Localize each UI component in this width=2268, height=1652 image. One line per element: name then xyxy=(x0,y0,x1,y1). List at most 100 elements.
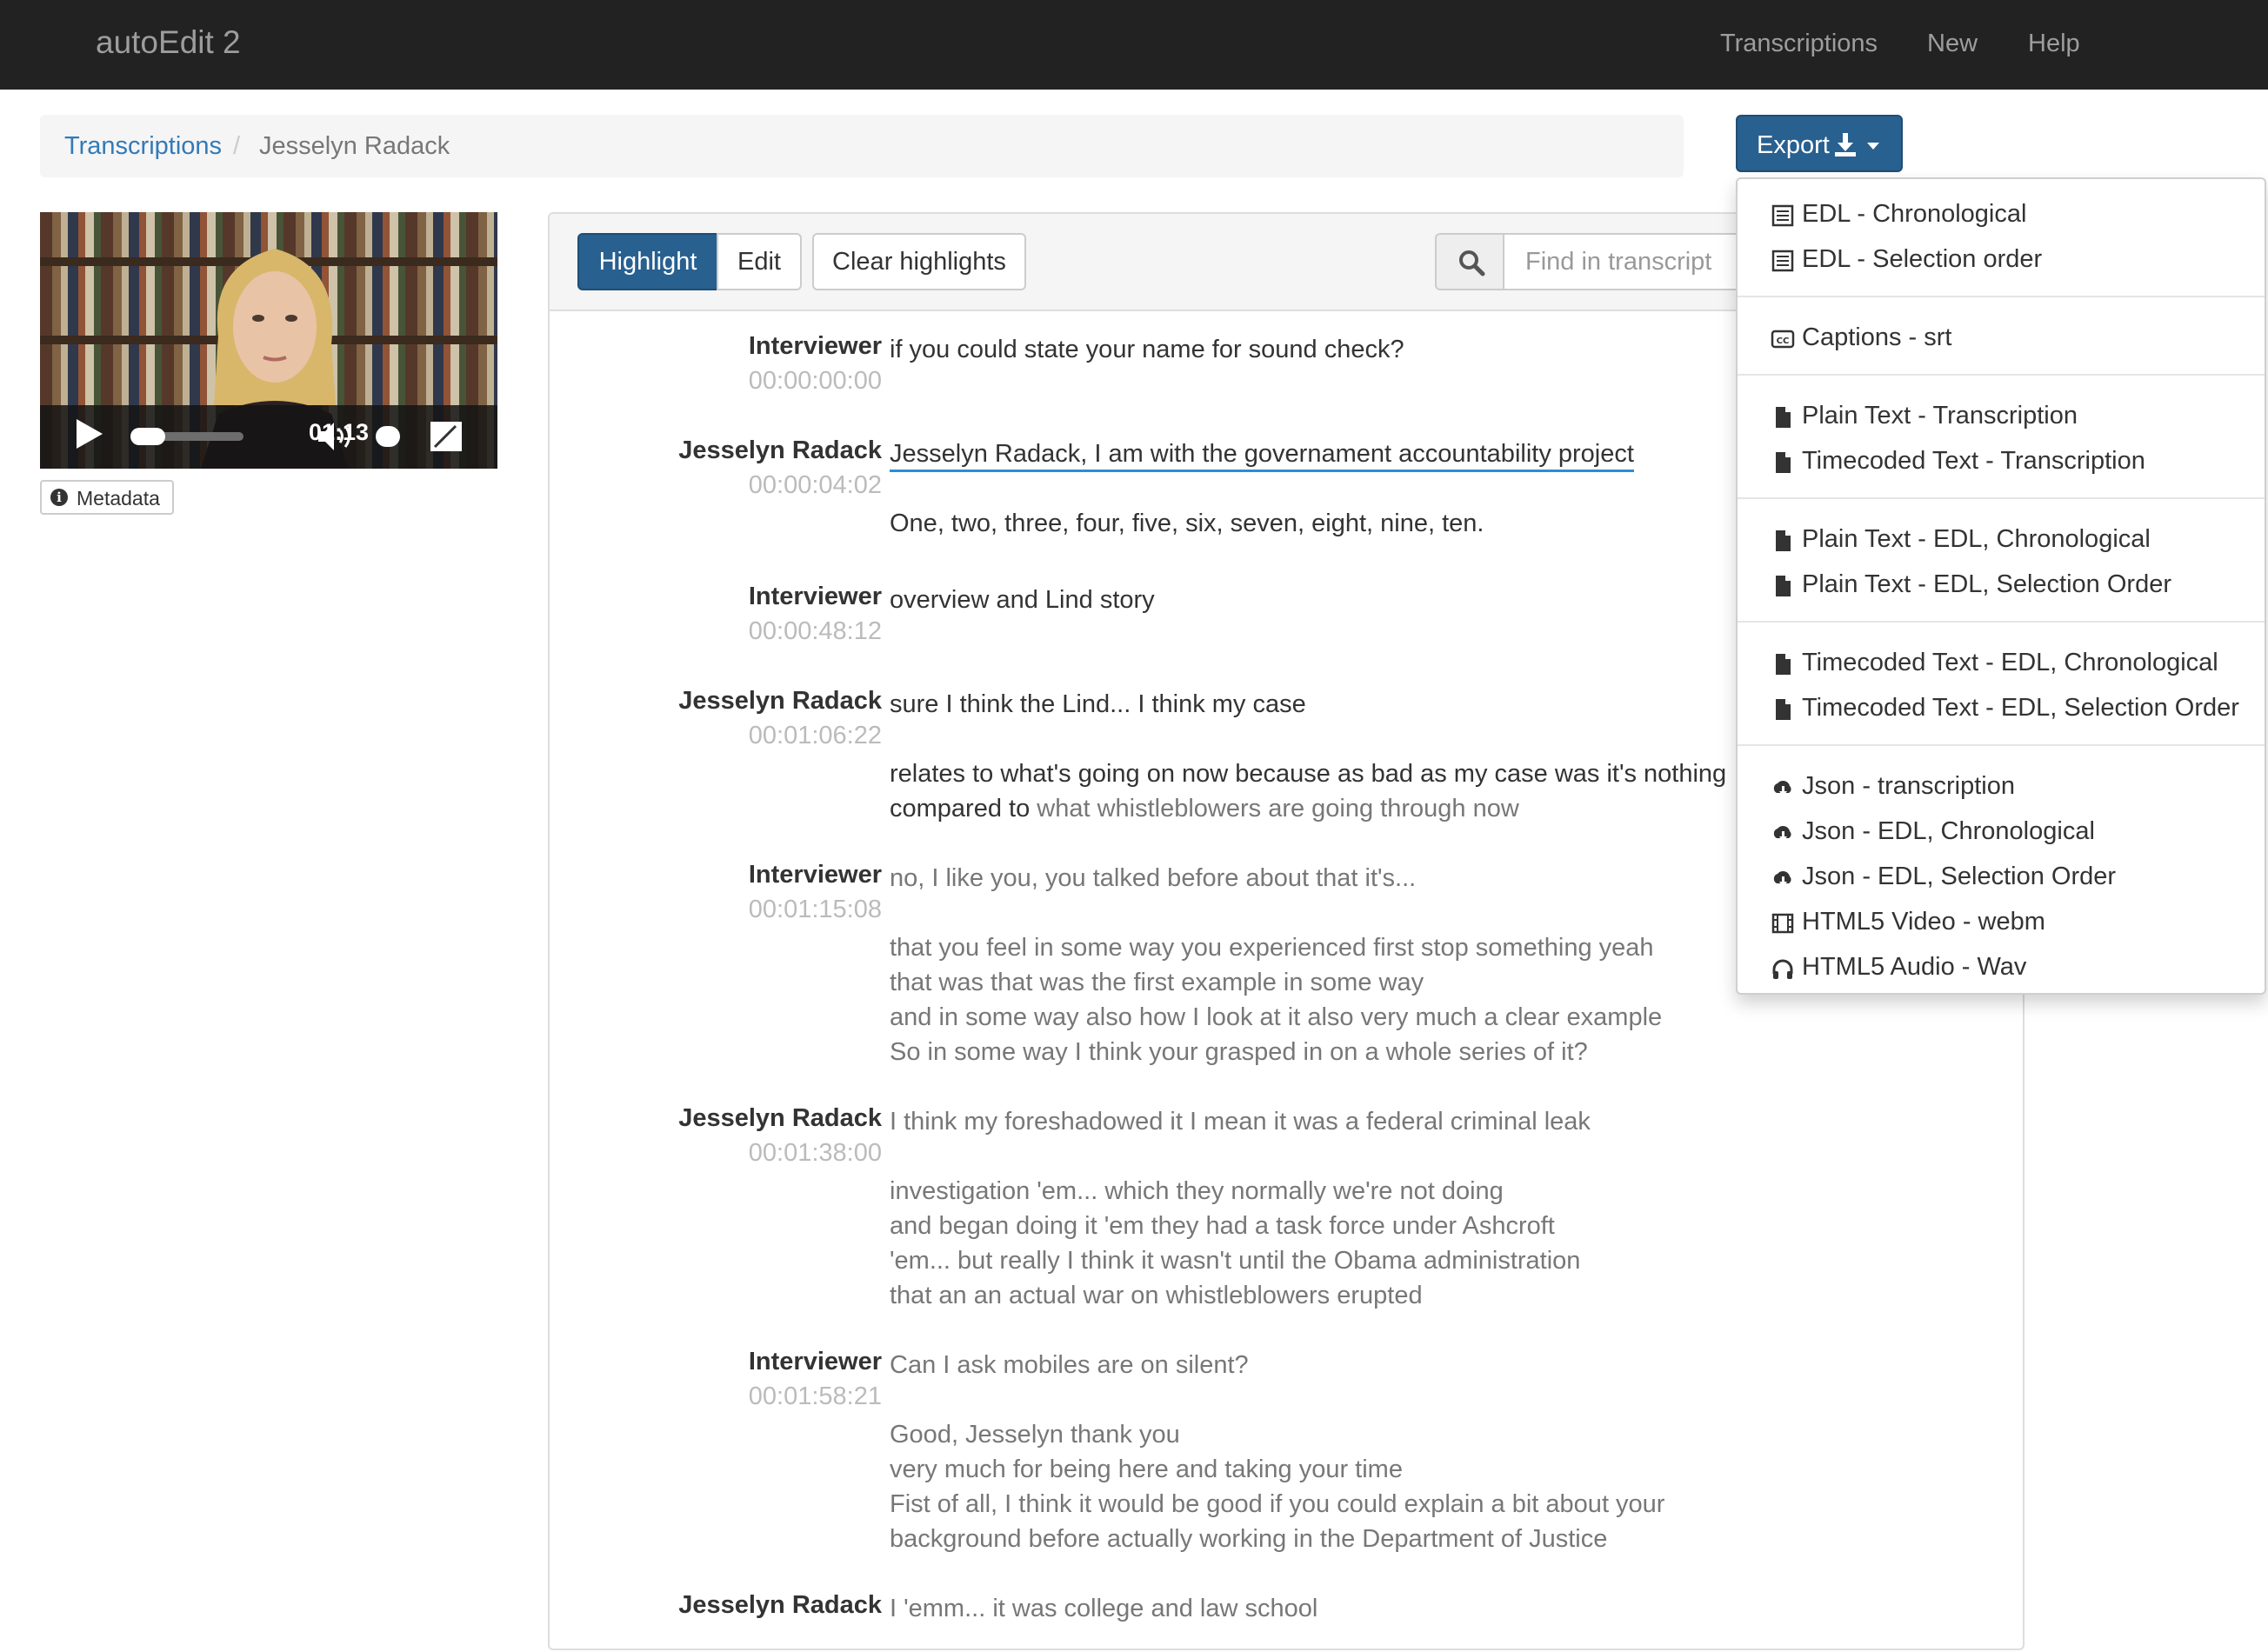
transcript-line[interactable]: Can I ask mobiles are on silent? xyxy=(890,1348,1249,1382)
export-menu-label: Json - EDL, Selection Order xyxy=(1802,863,2117,890)
transcript-line[interactable]: that an an actual war on whistleblowers … xyxy=(890,1278,1580,1313)
transcript-line[interactable]: and in some way also how I look at it al… xyxy=(890,1000,1662,1035)
info-icon: i xyxy=(50,489,68,506)
transcript-paragraph[interactable]: no, I like you, you talked before about … xyxy=(890,861,1416,896)
export-label: Export xyxy=(1757,131,1830,159)
transcript-line[interactable]: One, two, three, four, five, six, seven,… xyxy=(890,506,1484,541)
timestamp[interactable]: 00:01:15:08 xyxy=(749,896,882,924)
volume-icon[interactable] xyxy=(317,419,360,454)
metadata-label: Metadata xyxy=(77,487,160,510)
svg-text:CC: CC xyxy=(1777,336,1790,346)
transcript-paragraph[interactable]: I 'emm... it was college and law school xyxy=(890,1591,1317,1626)
transcript-line[interactable]: Fist of all, I think it would be good if… xyxy=(890,1487,1664,1522)
metadata-button[interactable]: i Metadata xyxy=(40,480,174,515)
transcript-line[interactable]: 'em... but really I think it wasn't unti… xyxy=(890,1243,1580,1278)
export-menu-label: Timecoded Text - EDL, Selection Order xyxy=(1802,694,2239,722)
highlight-button[interactable]: Highlight xyxy=(577,233,718,290)
speaker-name: Jesselyn Radack xyxy=(678,436,882,464)
timestamp[interactable]: 00:01:38:00 xyxy=(749,1139,882,1168)
transcript-line[interactable]: that was that was the first example in s… xyxy=(890,965,1662,1000)
breadcrumb-transcriptions[interactable]: Transcriptions xyxy=(64,132,222,161)
nav-transcriptions[interactable]: Transcriptions xyxy=(1720,30,1878,58)
headphones-icon xyxy=(1772,959,1793,979)
file-icon xyxy=(1776,576,1791,596)
export-menu-label: Plain Text - EDL, Chronological xyxy=(1802,525,2151,553)
file-icon xyxy=(1776,530,1791,551)
transcript-line[interactable]: So in some way I think your grasped in o… xyxy=(890,1035,1662,1069)
speaker-name: Jesselyn Radack xyxy=(678,687,882,715)
transcript-line[interactable]: I 'emm... it was college and law school xyxy=(890,1591,1317,1626)
film-icon xyxy=(1771,913,1794,934)
transcript-line[interactable]: background before actually working in th… xyxy=(890,1522,1664,1556)
timestamp[interactable]: 00:00:00:00 xyxy=(749,367,882,396)
transcript-paragraph[interactable]: relates to what's going on now because a… xyxy=(890,756,1726,826)
export-menu-label: Plain Text - EDL, Selection Order xyxy=(1802,570,2171,598)
brand[interactable]: autoEdit 2 xyxy=(96,24,241,61)
transcript-paragraph[interactable]: sure I think the Lind... I think my case xyxy=(890,687,1306,722)
list-icon xyxy=(1771,204,1794,227)
export-menu-label: Plain Text - Transcription xyxy=(1802,402,2078,430)
search-icon xyxy=(1459,250,1485,276)
play-icon[interactable] xyxy=(77,419,103,449)
menu-divider xyxy=(1738,374,2265,376)
transcript-words-unselected[interactable]: what whistleblowers are going through no… xyxy=(1030,795,1519,823)
transcript-line[interactable]: that you feel in some way you experience… xyxy=(890,930,1662,965)
transcript-paragraph[interactable]: overview and Lind story xyxy=(890,583,1155,617)
menu-divider xyxy=(1738,621,2265,623)
transcript-line[interactable]: no, I like you, you talked before about … xyxy=(890,861,1416,896)
caret-down-icon xyxy=(1867,143,1879,150)
edit-button[interactable]: Edit xyxy=(717,233,802,290)
nav-help[interactable]: Help xyxy=(2028,30,2080,58)
export-menu-label: Json - transcription xyxy=(1802,772,2015,800)
speaker-name: Interviewer xyxy=(748,1348,882,1376)
transcript-line[interactable]: relates to what's going on now because a… xyxy=(890,756,1726,791)
export-button[interactable]: Export xyxy=(1736,115,1903,172)
transcript-line[interactable]: Jesselyn Radack, I am with the govername… xyxy=(890,436,1634,472)
transcript-paragraph[interactable]: Can I ask mobiles are on silent? xyxy=(890,1348,1249,1382)
transcript-line[interactable]: sure I think the Lind... I think my case xyxy=(890,687,1306,722)
volume-slider[interactable] xyxy=(376,426,400,447)
menu-divider xyxy=(1738,497,2265,499)
fullscreen-icon[interactable] xyxy=(430,421,463,452)
export-menu-label: EDL - Selection order xyxy=(1802,245,2043,273)
transcript-paragraph[interactable]: Good, Jesselyn thank you very much for be… xyxy=(890,1417,1664,1556)
speaker-name: Jesselyn Radack xyxy=(678,1591,882,1619)
transcript-line[interactable]: very much for being here and taking your… xyxy=(890,1452,1664,1487)
search-button[interactable] xyxy=(1435,233,1504,290)
timestamp[interactable]: 00:01:06:22 xyxy=(749,722,882,750)
transcript-words[interactable]: compared to xyxy=(890,795,1030,823)
transcript-paragraph[interactable]: that you feel in some way you experience… xyxy=(890,930,1662,1069)
timestamp[interactable]: 00:00:04:02 xyxy=(749,471,882,500)
timestamp[interactable]: 00:00:48:12 xyxy=(749,617,882,646)
file-icon xyxy=(1776,452,1791,473)
transcript-paragraph[interactable]: if you could state your name for sound c… xyxy=(890,332,1404,367)
transcript-paragraph[interactable]: Jesselyn Radack, I am with the govername… xyxy=(890,436,1634,472)
nav-new[interactable]: New xyxy=(1927,30,1978,58)
export-menu-label: HTML5 Video - webm xyxy=(1802,908,2045,936)
transcript-line[interactable]: Good, Jesselyn thank you xyxy=(890,1417,1664,1452)
download-icon xyxy=(1835,133,1856,157)
transcript-paragraph[interactable]: investigation 'em... which they normally… xyxy=(890,1174,1580,1313)
file-icon xyxy=(1776,407,1791,428)
seek-handle[interactable] xyxy=(130,428,165,445)
breadcrumb-separator: / xyxy=(233,132,241,160)
transcript-line[interactable]: and began doing it 'em they had a task f… xyxy=(890,1209,1580,1243)
export-dropdown-menu: EDL - Chronological EDL - Selection order… xyxy=(1736,177,2266,995)
transcript-line[interactable]: investigation 'em... which they normally… xyxy=(890,1174,1580,1209)
transcript-paragraph[interactable]: One, two, three, four, five, six, seven,… xyxy=(890,506,1484,541)
transcript-line[interactable]: compared to what whistleblowers are goin… xyxy=(890,791,1726,826)
video-player[interactable]: 01:13 xyxy=(40,212,497,469)
transcript-paragraph[interactable]: I think my foreshadowed it I mean it was… xyxy=(890,1104,1591,1139)
export-menu-label: Timecoded Text - Transcription xyxy=(1802,447,2145,475)
cloud-download-icon xyxy=(1773,825,1791,842)
menu-divider xyxy=(1738,296,2265,297)
export-menu-label: Json - EDL, Chronological xyxy=(1802,817,2095,845)
clear-highlights-button[interactable]: Clear highlights xyxy=(812,233,1026,290)
transcript-line[interactable]: overview and Lind story xyxy=(890,583,1155,617)
transcript-line[interactable]: if you could state your name for sound c… xyxy=(890,332,1404,367)
file-icon xyxy=(1776,654,1791,675)
transcript-line[interactable]: I think my foreshadowed it I mean it was… xyxy=(890,1104,1591,1139)
speaker-name: Interviewer xyxy=(748,583,882,610)
file-icon xyxy=(1776,699,1791,720)
timestamp[interactable]: 00:01:58:21 xyxy=(749,1382,882,1411)
